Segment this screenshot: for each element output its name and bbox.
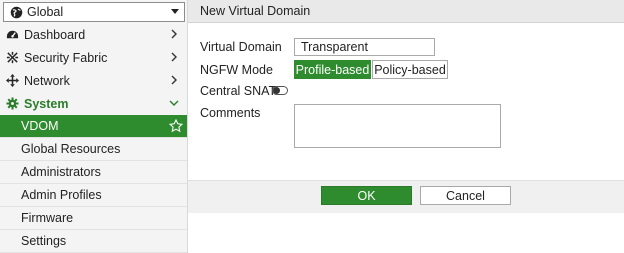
chevron-right-icon: [168, 74, 180, 86]
sidebar-subitem-admin-profiles[interactable]: Admin Profiles: [0, 184, 187, 207]
sidebar-subitem-vdom[interactable]: VDOM: [0, 115, 187, 138]
ngfw-mode-label: NGFW Mode: [200, 63, 273, 77]
toggle-knob: [273, 87, 280, 94]
sidebar-subitem-administrators[interactable]: Administrators: [0, 161, 187, 184]
sidebar-subitem-label: VDOM: [21, 119, 59, 133]
virtual-domain-label: Virtual Domain: [200, 40, 282, 54]
chevron-right-icon: [168, 28, 180, 40]
sidebar-item-label: Dashboard: [24, 27, 86, 42]
cancel-button[interactable]: Cancel: [420, 186, 511, 205]
ngfw-profile-based-option[interactable]: Profile-based: [294, 60, 371, 79]
sidebar-item-label: Network: [24, 73, 70, 88]
chevron-down-icon: [171, 9, 179, 14]
ok-button[interactable]: OK: [321, 186, 412, 205]
sidebar-subitem-label: Administrators: [21, 165, 101, 179]
sidebar-item-system[interactable]: System: [0, 92, 187, 115]
star-icon[interactable]: [168, 118, 184, 134]
sidebar-item-label: System: [24, 96, 69, 111]
sidebar-subitem-label: Global Resources: [21, 142, 121, 156]
vdom-select-value: Global: [27, 5, 64, 19]
sidebar-subitem-label: Firmware: [21, 211, 74, 225]
page-title: New Virtual Domain: [200, 4, 311, 18]
page-header: New Virtual Domain: [188, 0, 624, 23]
sidebar-subitem-settings[interactable]: Settings: [0, 230, 187, 253]
comments-textarea[interactable]: [294, 104, 501, 148]
main-panel: New Virtual Domain Virtual Domain Transp…: [188, 0, 624, 253]
virtual-domain-value: Transparent: [301, 40, 368, 54]
sidebar-subitem-label: Admin Profiles: [21, 188, 102, 202]
dashboard-icon: [5, 28, 19, 42]
sidebar: Global Dashboard Security Fabric Network…: [0, 0, 188, 253]
sidebar-subitem-global-resources[interactable]: Global Resources: [0, 138, 187, 161]
sidebar-item-label: Security Fabric: [24, 50, 108, 65]
sidebar-item-network[interactable]: Network: [0, 69, 187, 92]
chevron-right-icon: [168, 51, 180, 63]
dialog-footer: OK Cancel: [188, 180, 624, 213]
central-snat-label: Central SNAT: [200, 84, 277, 98]
sidebar-item-dashboard[interactable]: Dashboard: [0, 23, 187, 46]
chevron-down-icon: [168, 97, 180, 109]
gear-icon: [5, 97, 19, 111]
security-fabric-icon: [5, 51, 19, 65]
sidebar-subitem-firmware[interactable]: Firmware: [0, 207, 187, 230]
vdom-select[interactable]: Global: [3, 2, 185, 22]
comments-label: Comments: [200, 106, 261, 120]
sidebar-subitem-label: Settings: [21, 234, 67, 248]
virtual-domain-input[interactable]: Transparent: [294, 38, 435, 56]
central-snat-toggle[interactable]: [272, 86, 288, 95]
sidebar-item-security-fabric[interactable]: Security Fabric: [0, 46, 187, 69]
network-icon: [5, 74, 19, 88]
ngfw-policy-based-option[interactable]: Policy-based: [372, 60, 448, 79]
globe-icon: [8, 4, 24, 20]
